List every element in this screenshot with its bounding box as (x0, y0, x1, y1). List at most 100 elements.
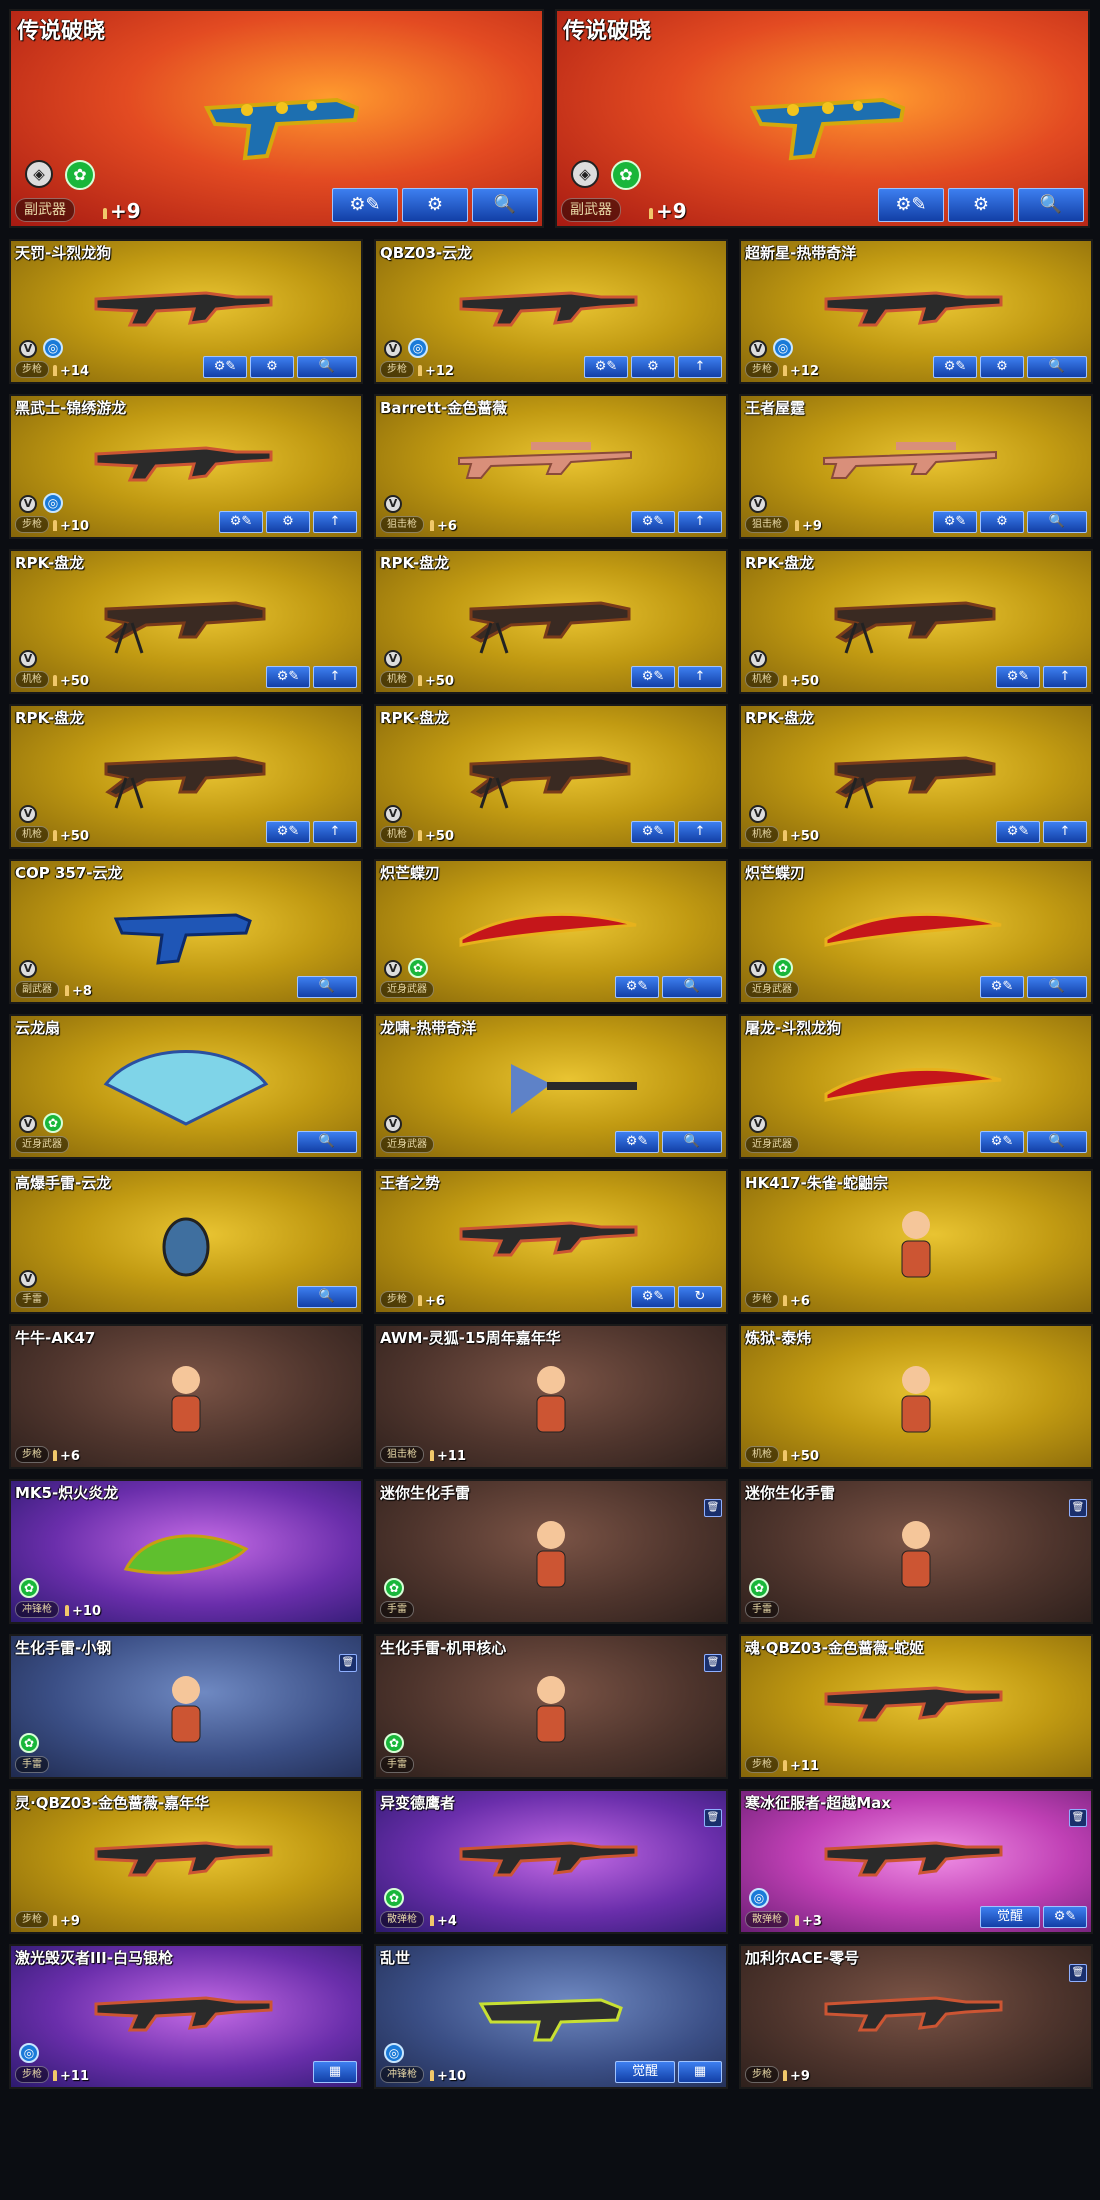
trash-icon[interactable]: 🗑 (1069, 1964, 1087, 1982)
skin-button[interactable]: ▦ (313, 2061, 357, 2083)
modify-button[interactable]: ⚙✎ (584, 356, 628, 378)
weapon-card[interactable]: 龙啸-热带奇洋 V 近身武器 ⚙✎ 🔍 (374, 1014, 728, 1159)
settings-button[interactable]: ⚙ (948, 188, 1014, 222)
modify-button[interactable]: ⚙✎ (996, 821, 1040, 843)
modify-button[interactable]: ⚙✎ (615, 1131, 659, 1153)
weapon-card[interactable]: 天罚-斗烈龙狗 V ◎ 步枪 +14 ⚙✎ ⚙ 🔍 (9, 239, 363, 384)
modify-button[interactable]: ⚙✎ (933, 356, 977, 378)
inspect-button[interactable]: 🔍 (1027, 356, 1087, 378)
weapon-card[interactable]: RPK-盘龙 V 机枪 +50 ⚙✎ ↑ (9, 704, 363, 849)
weapon-card[interactable]: MK5-炽火炎龙 ✿ 冲锋枪 +10 (9, 1479, 363, 1624)
settings-button[interactable]: ⚙ (250, 356, 294, 378)
modify-button[interactable]: ⚙✎ (332, 188, 398, 222)
settings-button[interactable]: ⚙ (980, 511, 1024, 533)
modify-button[interactable]: ⚙✎ (615, 976, 659, 998)
modify-button[interactable]: ⚙✎ (266, 666, 310, 688)
modify-button[interactable]: ⚙✎ (980, 1131, 1024, 1153)
inspect-button[interactable]: 🔍 (1018, 188, 1084, 222)
weapon-card[interactable]: 超新星-热带奇洋 V ◎ 步枪 +12 ⚙✎ ⚙ 🔍 (739, 239, 1093, 384)
awaken-button[interactable]: 觉醒 (980, 1906, 1040, 1928)
settings-button[interactable]: ⚙ (266, 511, 310, 533)
modify-button[interactable]: ⚙✎ (1043, 1906, 1087, 1928)
weapon-card[interactable]: 生化手雷-小钢 🗑 ✿ 手雷 (9, 1634, 363, 1779)
modify-button[interactable]: ⚙✎ (980, 976, 1024, 998)
weapon-card[interactable]: HK417-朱雀-蛇鼬宗 步枪 +6 (739, 1169, 1093, 1314)
trash-icon[interactable]: 🗑 (704, 1654, 722, 1672)
upgrade-button[interactable]: ↑ (313, 821, 357, 843)
inspect-button[interactable]: 🔍 (1027, 976, 1087, 998)
upgrade-button[interactable]: ↑ (1043, 821, 1087, 843)
weapon-card[interactable]: RPK-盘龙 V 机枪 +50 ⚙✎ ↑ (374, 549, 728, 694)
trash-icon[interactable]: 🗑 (1069, 1499, 1087, 1517)
weapon-card[interactable]: 魂·QBZ03-金色蔷薇-蛇姬 步枪 +11 (739, 1634, 1093, 1779)
weapon-card[interactable]: 屠龙-斗烈龙狗 V 近身武器 ⚙✎ 🔍 (739, 1014, 1093, 1159)
modify-button[interactable]: ⚙✎ (631, 1286, 675, 1308)
weapon-card[interactable]: 异变德鹰者 🗑 ✿ 散弹枪 +4 (374, 1789, 728, 1934)
weapon-card[interactable]: 王者屋霆 V 狙击枪 +9 ⚙✎ ⚙ 🔍 (739, 394, 1093, 539)
green-skill-icon: ✿ (43, 1113, 63, 1133)
weapon-card[interactable]: 乱世 ◎ 冲锋枪 +10 觉醒 ▦ (374, 1944, 728, 2089)
upgrade-button[interactable]: ↑ (678, 511, 722, 533)
featured-weapon-card[interactable]: 传说破晓 ◈ ✿ 副武器 +9 ⚙✎ ⚙ 🔍 (555, 9, 1090, 228)
weapon-card[interactable]: 寒冰征服者-超越Max 🗑 ◎ 散弹枪 +3 觉醒 ⚙✎ (739, 1789, 1093, 1934)
weapon-level: +50 (783, 1449, 819, 1464)
modify-button[interactable]: ⚙✎ (631, 511, 675, 533)
weapon-card[interactable]: QBZ03-云龙 V ◎ 步枪 +12 ⚙✎ ⚙ ↑ (374, 239, 728, 384)
weapon-card[interactable]: Barrett-金色蔷薇 V 狙击枪 +6 ⚙✎ ↑ (374, 394, 728, 539)
trash-icon[interactable]: 🗑 (1069, 1809, 1087, 1827)
weapon-card[interactable]: 黑武士-锦绣游龙 V ◎ 步枪 +10 ⚙✎ ⚙ ↑ (9, 394, 363, 539)
weapon-card[interactable]: 云龙扇 V ✿ 近身武器 🔍 (9, 1014, 363, 1159)
weapon-card[interactable]: COP 357-云龙 V 副武器 +8 🔍 (9, 859, 363, 1004)
upgrade-button[interactable]: ↑ (313, 511, 357, 533)
upgrade-button[interactable]: ↑ (1043, 666, 1087, 688)
upgrade-button[interactable]: ↑ (678, 666, 722, 688)
upgrade-button[interactable]: ↑ (678, 356, 722, 378)
trash-icon[interactable]: 🗑 (704, 1499, 722, 1517)
upgrade-button[interactable]: ↑ (678, 821, 722, 843)
weapon-card[interactable]: 迷你生化手雷 🗑 ✿ 手雷 (374, 1479, 728, 1624)
weapon-card[interactable]: 炽芒蝶刃 V ✿ 近身武器 ⚙✎ 🔍 (374, 859, 728, 1004)
inspect-button[interactable]: 🔍 (662, 976, 722, 998)
weapon-card[interactable]: RPK-盘龙 V 机枪 +50 ⚙✎ ↑ (739, 549, 1093, 694)
inspect-button[interactable]: 🔍 (297, 356, 357, 378)
skin-button[interactable]: ▦ (678, 2061, 722, 2083)
weapon-card[interactable]: 生化手雷-机甲核心 🗑 ✿ 手雷 (374, 1634, 728, 1779)
weapon-card[interactable]: 加利尔ACE-零号 🗑 步枪 +9 (739, 1944, 1093, 2089)
weapon-card[interactable]: 炽芒蝶刃 V ✿ 近身武器 ⚙✎ 🔍 (739, 859, 1093, 1004)
modify-button[interactable]: ⚙✎ (996, 666, 1040, 688)
awaken-button[interactable]: 觉醒 (615, 2061, 675, 2083)
inspect-button[interactable]: 🔍 (297, 976, 357, 998)
weapon-card[interactable]: 灵·QBZ03-金色蔷薇-嘉年华 步枪 +9 (9, 1789, 363, 1934)
weapon-card[interactable]: 牛牛-AK47 步枪 +6 (9, 1324, 363, 1469)
featured-weapon-card[interactable]: 传说破晓 ◈ ✿ 副武器 +9 ⚙✎ ⚙ 🔍 (9, 9, 544, 228)
weapon-card[interactable]: RPK-盘龙 V 机枪 +50 ⚙✎ ↑ (9, 549, 363, 694)
weapon-card[interactable]: 激光毁灭者III-白马银枪 ◎ 步枪 +11 ▦ (9, 1944, 363, 2089)
settings-button[interactable]: ⚙ (980, 356, 1024, 378)
inspect-button[interactable]: 🔍 (297, 1131, 357, 1153)
upgrade-button[interactable]: ↑ (313, 666, 357, 688)
inspect-button[interactable]: 🔍 (1027, 1131, 1087, 1153)
settings-button[interactable]: ⚙ (402, 188, 468, 222)
weapon-card[interactable]: AWM-灵狐-15周年嘉年华 狙击枪 +11 (374, 1324, 728, 1469)
modify-button[interactable]: ⚙✎ (933, 511, 977, 533)
modify-button[interactable]: ⚙✎ (219, 511, 263, 533)
weapon-card[interactable]: 王者之势 步枪 +6 ⚙✎ ↻ (374, 1169, 728, 1314)
settings-button[interactable]: ⚙ (631, 356, 675, 378)
modify-button[interactable]: ⚙✎ (631, 666, 675, 688)
trash-icon[interactable]: 🗑 (339, 1654, 357, 1672)
modify-button[interactable]: ⚙✎ (878, 188, 944, 222)
weapon-card[interactable]: 高爆手雷-云龙 V 手雷 🔍 (9, 1169, 363, 1314)
modify-button[interactable]: ⚙✎ (203, 356, 247, 378)
weapon-card[interactable]: RPK-盘龙 V 机枪 +50 ⚙✎ ↑ (374, 704, 728, 849)
modify-button[interactable]: ⚙✎ (266, 821, 310, 843)
modify-button[interactable]: ⚙✎ (631, 821, 675, 843)
inspect-button[interactable]: 🔍 (297, 1286, 357, 1308)
refresh-button[interactable]: ↻ (678, 1286, 722, 1308)
weapon-card[interactable]: 炼狱-泰炜 机枪 +50 (739, 1324, 1093, 1469)
inspect-button[interactable]: 🔍 (662, 1131, 722, 1153)
weapon-card[interactable]: RPK-盘龙 V 机枪 +50 ⚙✎ ↑ (739, 704, 1093, 849)
inspect-button[interactable]: 🔍 (472, 188, 538, 222)
weapon-card[interactable]: 迷你生化手雷 🗑 ✿ 手雷 (739, 1479, 1093, 1624)
inspect-button[interactable]: 🔍 (1027, 511, 1087, 533)
trash-icon[interactable]: 🗑 (704, 1809, 722, 1827)
